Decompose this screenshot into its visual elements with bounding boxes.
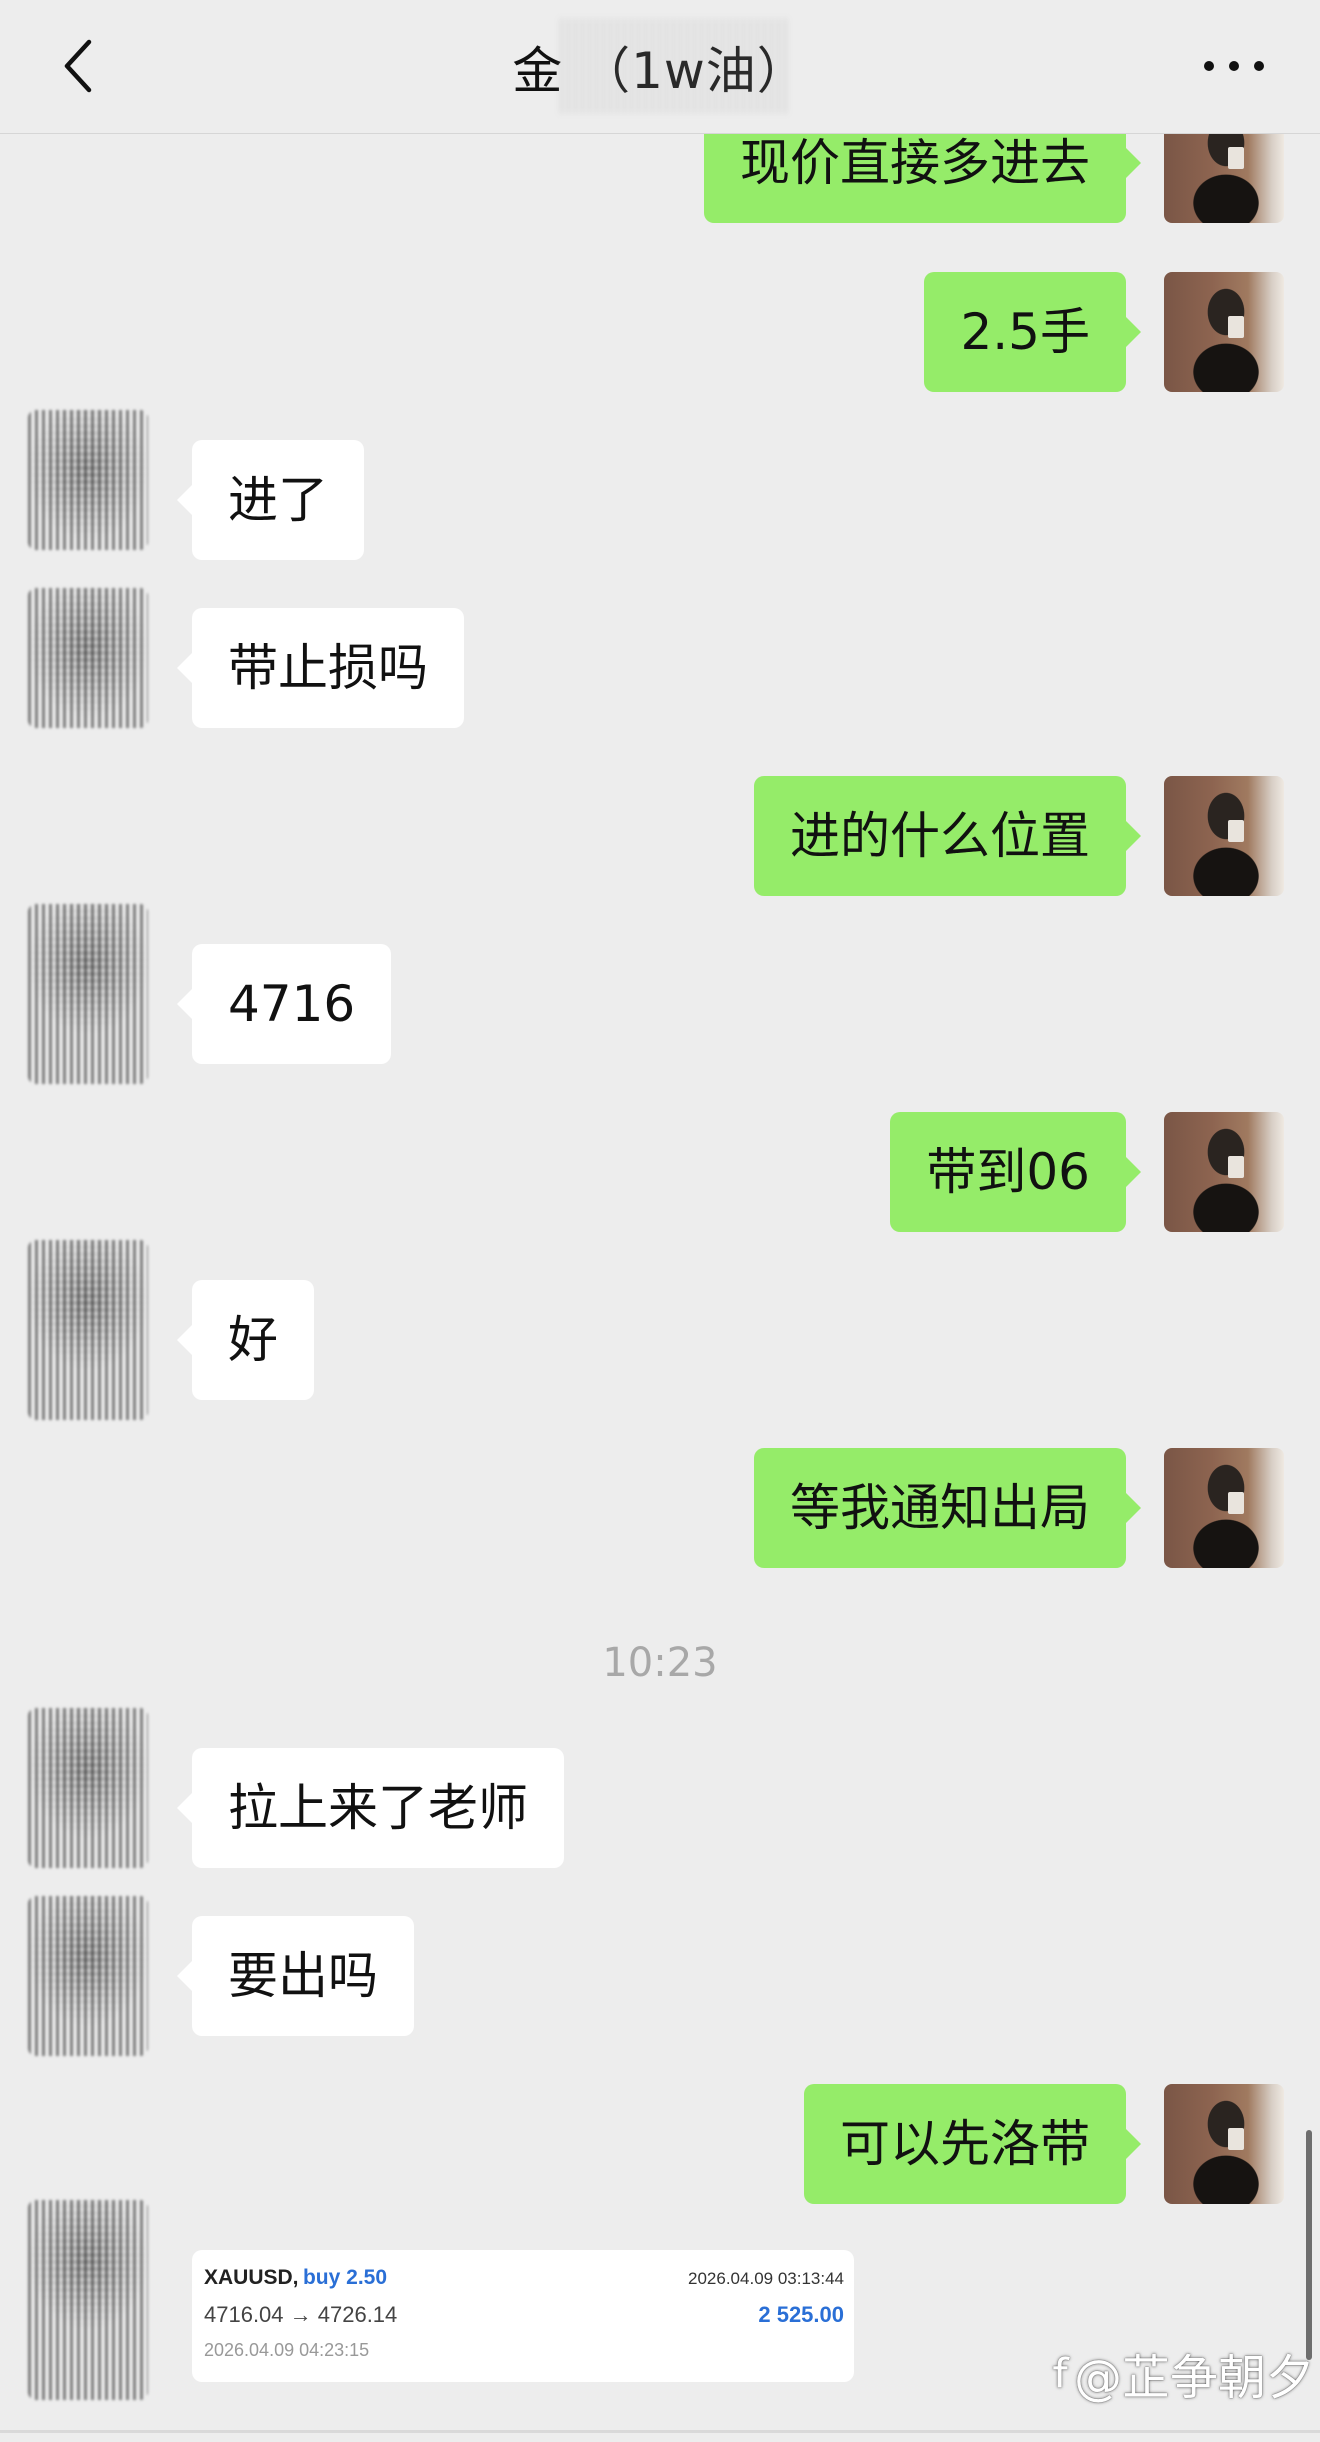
trade-screenshot-card[interactable]: XAUUSD, buy 2.50 2026.04.09 03:13:44 471…	[192, 2250, 854, 2382]
back-button[interactable]	[56, 36, 100, 96]
more-dot	[1254, 61, 1264, 71]
contact-avatar[interactable]	[28, 1708, 148, 1868]
trade-open-time: 2026.04.09 03:13:44	[688, 2269, 844, 2288]
title-mosaic	[560, 18, 790, 114]
message-bubble-received[interactable]: 进了	[177, 440, 364, 560]
chevron-left-icon	[64, 39, 92, 93]
time-divider: 10:23	[602, 1640, 718, 1686]
more-button[interactable]	[1204, 44, 1264, 88]
trade-price-row: 4716.04 → 4726.14 2 525.00	[204, 2302, 844, 2328]
message-bubble-sent[interactable]: 2.5手	[924, 272, 1141, 392]
trade-symbol-group: XAUUSD, buy 2.50	[204, 2266, 387, 2290]
trade-symbol: XAUUSD,	[204, 2266, 299, 2289]
chat-area[interactable]: 现价直接多进去 2.5手 进了 带止损吗 进的什么位置 4716 带到06 好 …	[0, 0, 1320, 2442]
contact-avatar[interactable]	[28, 1240, 148, 1420]
my-avatar[interactable]	[1164, 1448, 1284, 1568]
scrollbar[interactable]	[1306, 2130, 1312, 2360]
divider	[0, 2430, 1320, 2433]
contact-avatar[interactable]	[28, 1896, 148, 2056]
message-bubble-received[interactable]: 拉上来了老师	[177, 1748, 564, 1868]
message-bubble-sent[interactable]: 进的什么位置	[754, 776, 1141, 896]
trade-price-range: 4716.04 → 4726.14	[204, 2302, 398, 2327]
contact-avatar[interactable]	[28, 2200, 148, 2400]
message-bubble-received[interactable]: 好	[177, 1280, 314, 1400]
trade-profit: 2 525.00	[758, 2302, 844, 2327]
message-bubble-received[interactable]: 要出吗	[177, 1916, 414, 2036]
weibo-logo-icon: ꬵ	[1052, 2350, 1068, 2401]
message-bubble-received[interactable]: 带止损吗	[177, 608, 464, 728]
contact-avatar[interactable]	[28, 410, 148, 550]
trade-header: XAUUSD, buy 2.50 2026.04.09 03:13:44	[204, 2266, 844, 2290]
more-dot	[1229, 61, 1239, 71]
my-avatar[interactable]	[1164, 776, 1284, 896]
contact-avatar[interactable]	[28, 588, 148, 728]
watermark: ꬵ @芷争朝夕	[1053, 2338, 1314, 2408]
my-avatar[interactable]	[1164, 1112, 1284, 1232]
trade-close-time: 2026.04.09 04:23:15	[204, 2340, 370, 2360]
more-dots-icon	[1204, 61, 1214, 71]
watermark-text: @芷争朝夕	[1073, 2350, 1314, 2406]
nav-bar: 金 （1w油）	[0, 0, 1320, 134]
contact-avatar[interactable]	[28, 904, 148, 1084]
my-avatar[interactable]	[1164, 272, 1284, 392]
message-bubble-sent[interactable]: 带到06	[890, 1112, 1141, 1232]
message-bubble-sent[interactable]: 可以先洛带	[804, 2084, 1141, 2204]
trade-side: buy 2.50	[302, 2266, 388, 2289]
my-avatar[interactable]	[1164, 2084, 1284, 2204]
message-bubble-sent[interactable]: 等我通知出局	[754, 1448, 1141, 1568]
message-bubble-received[interactable]: 4716	[176, 944, 392, 1064]
